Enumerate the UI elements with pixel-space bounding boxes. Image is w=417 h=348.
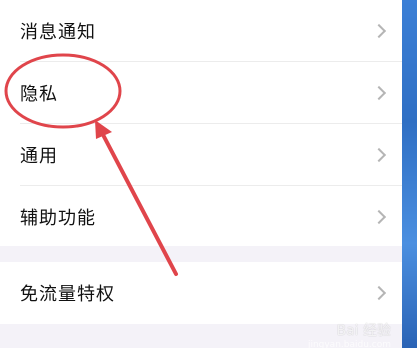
settings-screen: 消息通知 隐私 通用 辅助功能 免流量特权 Bai 经验 jingyan.bai… bbox=[0, 0, 417, 348]
settings-row-general[interactable]: 通用 bbox=[0, 124, 402, 186]
watermark-logo-text: Bai 经验 bbox=[336, 323, 391, 339]
settings-row-free-data[interactable]: 免流量特权 bbox=[0, 262, 402, 324]
background-edge-strip bbox=[402, 0, 417, 348]
row-label-general: 通用 bbox=[20, 146, 58, 167]
row-label-notifications: 消息通知 bbox=[20, 22, 96, 43]
row-label-privacy: 隐私 bbox=[20, 84, 58, 105]
row-label-free-data: 免流量特权 bbox=[20, 284, 115, 305]
chevron-right-icon bbox=[371, 23, 387, 39]
row-label-accessibility: 辅助功能 bbox=[20, 208, 96, 229]
chevron-right-icon bbox=[371, 147, 387, 163]
settings-row-accessibility[interactable]: 辅助功能 bbox=[0, 186, 402, 248]
settings-row-notifications[interactable]: 消息通知 bbox=[0, 0, 402, 62]
settings-group-data: 免流量特权 bbox=[0, 262, 402, 324]
chevron-right-icon bbox=[371, 209, 387, 225]
settings-group-main: 消息通知 隐私 通用 辅助功能 bbox=[0, 0, 402, 246]
settings-row-privacy[interactable]: 隐私 bbox=[0, 62, 402, 124]
chevron-right-icon bbox=[371, 285, 387, 301]
chevron-right-icon bbox=[371, 85, 387, 101]
watermark-url: jingyan.baidu.com bbox=[307, 340, 391, 348]
